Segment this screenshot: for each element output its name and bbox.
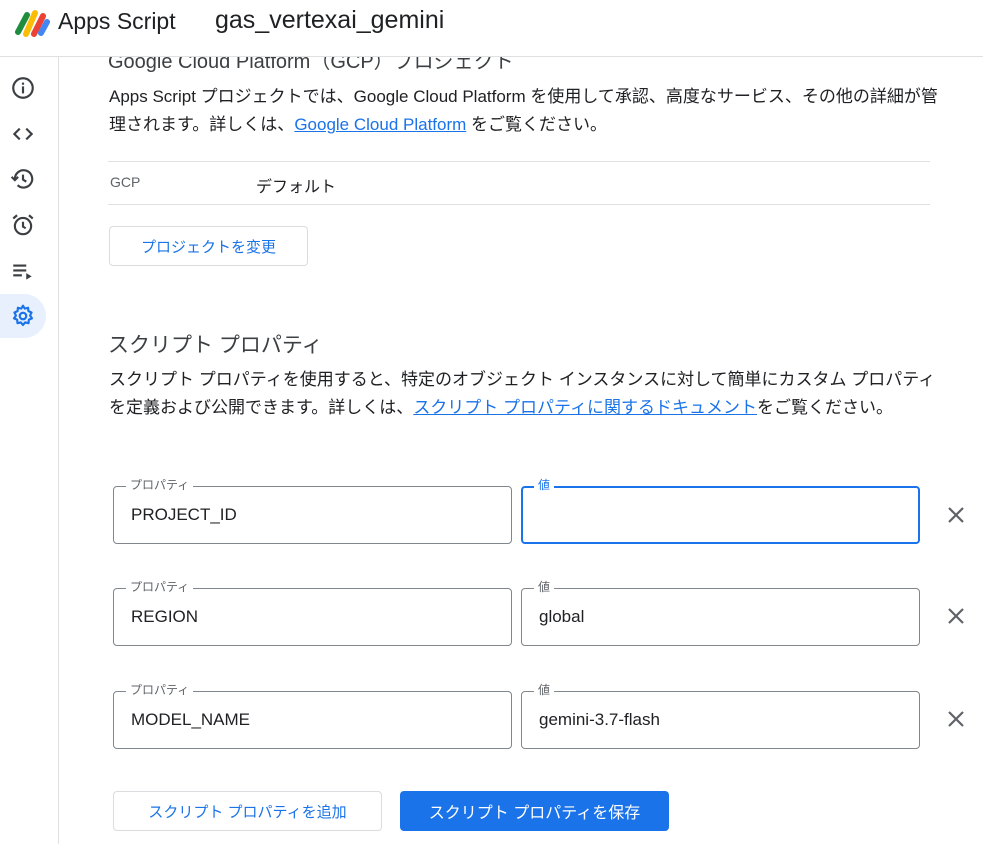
- code-icon: [12, 127, 34, 141]
- top-bar: Apps Script gas_vertexai_gemini: [0, 0, 983, 57]
- sidebar-item-triggers[interactable]: [0, 203, 46, 247]
- change-project-button[interactable]: プロジェクトを変更: [109, 226, 308, 266]
- playlist-play-icon: [13, 264, 32, 280]
- sidebar-item-editor[interactable]: [0, 112, 46, 156]
- apps-script-logo[interactable]: [14, 6, 50, 38]
- delete-property-button[interactable]: [944, 707, 968, 731]
- gcp-description: Apps Script プロジェクトでは、Google Cloud Platfo…: [109, 83, 939, 139]
- property-key-field[interactable]: プロパティ: [113, 579, 512, 646]
- sidebar-item-overview[interactable]: [0, 66, 46, 110]
- side-rail: [0, 57, 59, 844]
- close-icon: [948, 507, 964, 523]
- alarm-icon: [12, 214, 34, 236]
- gcp-key-label: GCP: [110, 174, 141, 190]
- property-key-input[interactable]: [131, 589, 498, 645]
- script-properties-description: スクリプト プロパティを使用すると、特定のオブジェクト インスタンスに対して簡単…: [109, 366, 939, 422]
- info-icon: [12, 77, 34, 99]
- delete-property-button[interactable]: [944, 604, 968, 628]
- gcp-docs-link[interactable]: Google Cloud Platform: [294, 115, 466, 134]
- property-value-field[interactable]: 値: [521, 477, 920, 544]
- property-value-field[interactable]: 値: [521, 682, 920, 749]
- save-script-properties-button[interactable]: スクリプト プロパティを保存: [400, 791, 669, 831]
- property-value-field[interactable]: 値: [521, 579, 920, 646]
- property-value-input[interactable]: [539, 589, 906, 645]
- property-key-input[interactable]: [131, 487, 498, 543]
- script-properties-description-suffix: をご覧ください。: [757, 398, 894, 417]
- close-icon: [948, 711, 964, 727]
- script-properties-heading: スクリプト プロパティ: [108, 334, 323, 357]
- close-icon: [948, 608, 964, 624]
- gcp-section-heading: Google Cloud Platform（GCP）プロジェクト: [108, 57, 514, 73]
- property-key-field[interactable]: プロパティ: [113, 682, 512, 749]
- history-icon: [10, 169, 34, 189]
- property-value-input[interactable]: [539, 488, 904, 542]
- delete-property-button[interactable]: [944, 503, 968, 527]
- sidebar-item-executions[interactable]: [0, 249, 46, 293]
- add-script-property-button[interactable]: スクリプト プロパティを追加: [113, 791, 382, 831]
- sidebar-item-history[interactable]: [0, 157, 46, 201]
- gear-icon: [12, 304, 34, 327]
- property-key-field[interactable]: プロパティ: [113, 477, 512, 544]
- settings-content: Google Cloud Platform（GCP）プロジェクト Apps Sc…: [60, 57, 983, 844]
- project-name[interactable]: gas_vertexai_gemini: [215, 6, 444, 35]
- property-value-input[interactable]: [539, 692, 906, 748]
- sidebar-item-settings[interactable]: [0, 294, 46, 338]
- app-name[interactable]: Apps Script: [58, 8, 176, 35]
- gcp-description-suffix: をご覧ください。: [466, 115, 608, 134]
- script-properties-docs-link[interactable]: スクリプト プロパティに関するドキュメント: [413, 398, 757, 417]
- gcp-project-value: デフォルト: [256, 179, 337, 196]
- property-key-input[interactable]: [131, 692, 498, 748]
- gcp-info-row: GCP デフォルト: [108, 161, 930, 205]
